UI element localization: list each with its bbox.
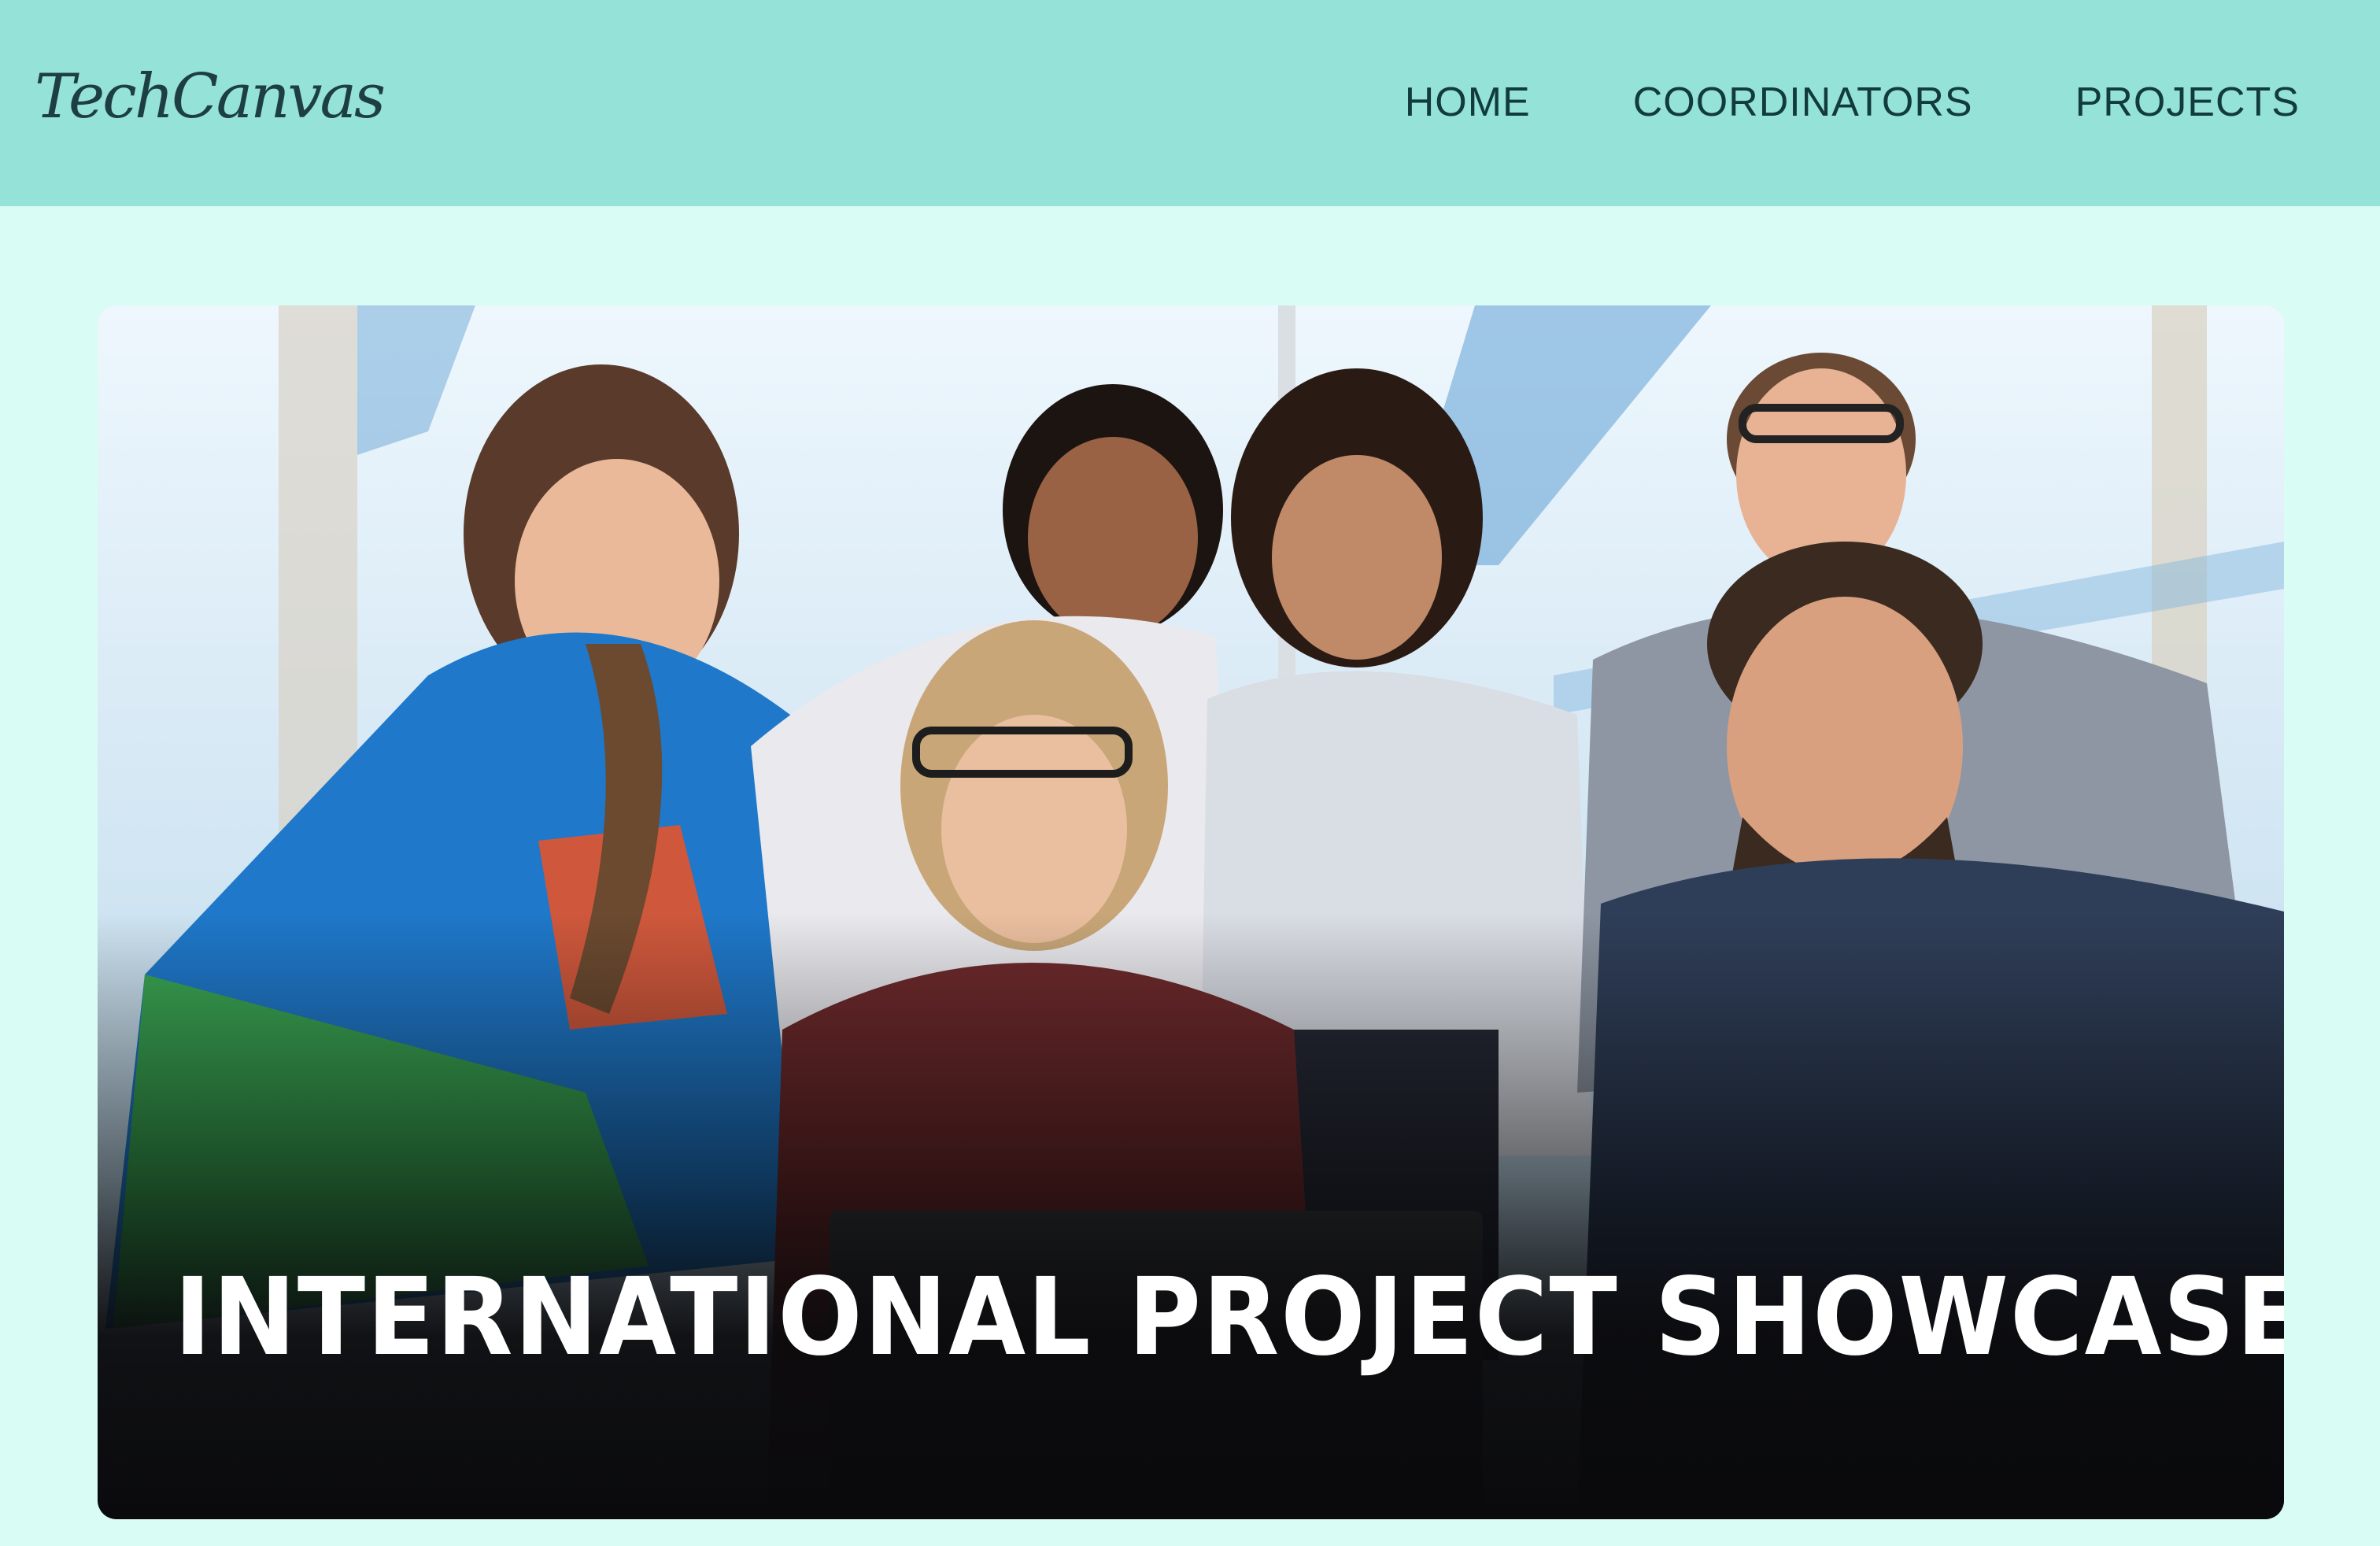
nav-link-projects[interactable]: PROJECTS bbox=[2075, 80, 2300, 124]
nav-link-coordinators[interactable]: COORDINATORS bbox=[1633, 80, 1973, 124]
top-navbar: TechCanvas HOME COORDINATORS PROJECTS bbox=[0, 0, 2380, 206]
hero-banner: INTERNATIONAL PROJECT SHOWCASE bbox=[98, 305, 2284, 1519]
main-nav: HOME COORDINATORS PROJECTS bbox=[1405, 80, 2300, 124]
hero-title: INTERNATIONAL PROJECT SHOWCASE bbox=[174, 1256, 2284, 1380]
site-logo[interactable]: TechCanvas bbox=[35, 66, 386, 128]
nav-link-home[interactable]: HOME bbox=[1405, 80, 1531, 124]
